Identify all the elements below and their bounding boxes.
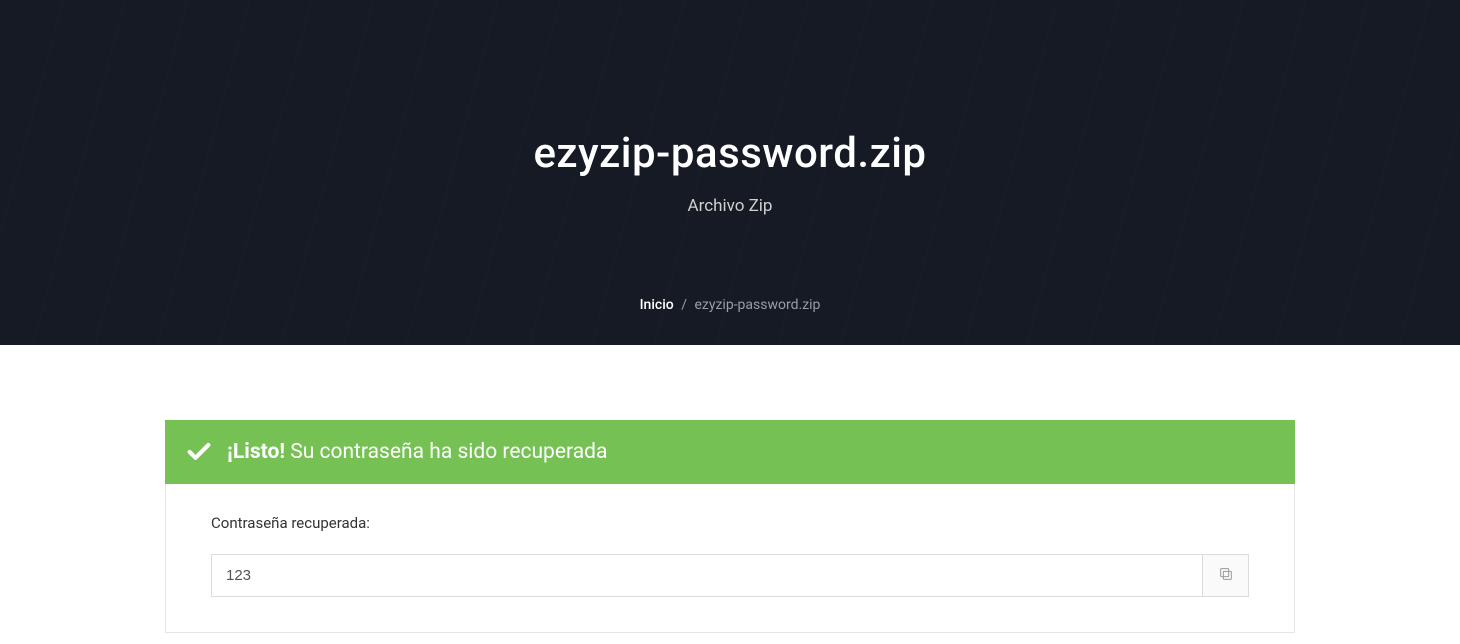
alert-text: ¡Listo! Su contraseña ha sido recuperada (227, 440, 607, 464)
copy-icon (1218, 566, 1234, 585)
copy-button[interactable] (1202, 555, 1248, 596)
password-label: Contraseña recuperada: (211, 514, 1249, 532)
breadcrumb-separator: / (681, 297, 687, 313)
password-field[interactable] (212, 555, 1202, 596)
page-title: ezyzip-password.zip (533, 129, 926, 178)
main-content: ¡Listo! Su contraseña ha sido recuperada… (145, 420, 1315, 633)
page-subtitle: Archivo Zip (688, 196, 773, 216)
breadcrumb: Inicio / ezyzip-password.zip (640, 297, 821, 313)
check-icon (185, 438, 213, 466)
breadcrumb-current: ezyzip-password.zip (694, 297, 820, 313)
result-panel: Contraseña recuperada: (165, 484, 1295, 633)
breadcrumb-home-link[interactable]: Inicio (640, 297, 674, 313)
password-input-group (211, 554, 1249, 597)
success-alert: ¡Listo! Su contraseña ha sido recuperada (165, 420, 1295, 484)
hero-banner: ezyzip-password.zip Archivo Zip Inicio /… (0, 0, 1460, 345)
alert-strong: ¡Listo! (227, 440, 285, 464)
alert-message: Su contraseña ha sido recuperada (290, 440, 607, 464)
